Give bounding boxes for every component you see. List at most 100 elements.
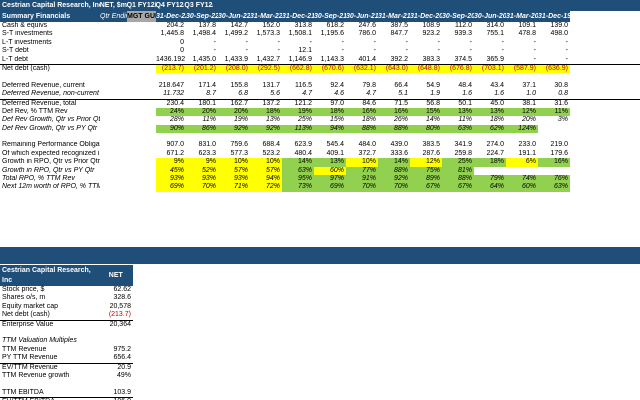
table-row: L-T investments 0 - - - - - - - - - - - - <box>0 39 640 47</box>
cell: 8.7 <box>206 90 216 98</box>
cell: 480.4 <box>294 149 312 157</box>
date-header: 30-Sep-21 <box>314 11 346 22</box>
cell <box>100 39 127 47</box>
cell: 498.0 <box>550 30 568 38</box>
cell: 95% <box>282 175 314 184</box>
cell: 219.0 <box>550 141 568 149</box>
cell: 45.0 <box>490 99 504 107</box>
qtr-ending-label: Qtr Ending <box>100 11 127 22</box>
financial-rows: Cash & equivs 204.2 137.8 142.7 152.0 313.8 61… <box>0 22 640 192</box>
cell: - <box>245 47 248 55</box>
cell: 383.5 <box>422 141 440 149</box>
valuation-row <box>0 380 133 388</box>
cell: - <box>565 38 568 46</box>
cell: 93% <box>218 175 250 184</box>
cell: 374.5 <box>454 55 472 63</box>
row-label: Remaining Performance Obligat <box>2 141 100 149</box>
cell: 142.7 <box>230 22 248 29</box>
valuation-value <box>99 380 134 388</box>
cell: 224.7 <box>486 149 504 157</box>
cell: 11% <box>538 107 570 117</box>
header-row-1: Cestrian Capital Research, Inc NET, $m Q… <box>0 0 640 11</box>
cell <box>127 150 156 158</box>
date-header: 30-Sep-20 <box>442 11 474 22</box>
cell: (643.0) <box>378 64 410 74</box>
cell: 71% <box>218 183 250 192</box>
valuation-value: 49% <box>116 371 131 379</box>
row-label: L-T debt <box>2 55 28 63</box>
valuation-row: TTM Revenue growth 49% <box>0 372 133 380</box>
cell: 10% <box>218 158 250 167</box>
valuation-row: TTM Valuation Multiples <box>0 337 133 345</box>
cell: - <box>277 47 280 55</box>
cell: 52% <box>186 166 218 176</box>
row-label: L-T investments <box>2 38 52 46</box>
valuation-row: TTM Revenue 975.2 <box>0 346 133 354</box>
cell: 16% <box>538 158 570 167</box>
cell: 18% <box>250 107 282 117</box>
cell: (670.6) <box>314 64 346 74</box>
valuation-value: 328.6 <box>113 294 131 302</box>
cell: 88% <box>346 124 378 134</box>
cell: 70% <box>346 183 378 192</box>
cell: 786.0 <box>358 30 376 38</box>
cell: - <box>533 47 536 55</box>
valuation-label: Net debt (cash) <box>2 311 50 319</box>
cell: 69% <box>156 183 186 192</box>
cell: 1,498.4 <box>192 30 216 38</box>
cell <box>100 175 127 183</box>
cell: (703.1) <box>474 64 506 74</box>
cell: (632.1) <box>346 64 378 74</box>
cell: 30.8 <box>554 81 568 89</box>
cell: 77% <box>346 166 378 176</box>
table-row: Def Rev Growth, Qtr vs PY Qtr 90% 86% 92% 92… <box>0 124 640 134</box>
cell: 20% <box>186 107 218 117</box>
date-header: 30-Jun-21 <box>346 11 378 22</box>
table-row: Deferred Revenue, non-current 11.732 8.7 6.… <box>0 90 640 98</box>
header-row-2: Summary Financials Qtr Ending MGT GUIDE … <box>0 11 640 22</box>
row-label: Def Rev Growth, Qtr vs Prior Qtr <box>2 116 100 124</box>
cell: 847.7 <box>390 30 408 38</box>
row-label: Deferred Revenue, total <box>2 99 77 107</box>
date-header: 30-Sep-22 <box>186 11 218 22</box>
cell <box>127 100 156 108</box>
cell: 230.4 <box>166 99 184 107</box>
cell: 92.4 <box>330 81 344 89</box>
cell: (676.8) <box>442 64 474 74</box>
cell: 688.4 <box>262 141 280 149</box>
cell: 93% <box>186 175 218 184</box>
cell: 5.1 <box>398 90 408 98</box>
cell: 31.6 <box>554 99 568 107</box>
cell: 383.3 <box>422 55 440 63</box>
cell: 439.0 <box>390 141 408 149</box>
cell: 70% <box>186 183 218 192</box>
cell: 409.1 <box>326 149 344 157</box>
cell <box>127 167 156 175</box>
cell <box>127 47 156 55</box>
cell: - <box>277 38 280 46</box>
cell <box>127 30 156 38</box>
cell: 831.0 <box>198 141 216 149</box>
cell: - <box>373 38 376 46</box>
table-row: Deferred Revenue, current 218.647 171.4 155… <box>0 82 640 90</box>
cell: 19% <box>282 107 314 117</box>
cell: 1.9 <box>430 90 440 98</box>
date-header: 31-Dec-21 <box>282 11 314 22</box>
cell: 70% <box>378 183 410 192</box>
table-row: Remaining Performance Obligat 907.0 831.0 7… <box>0 141 640 149</box>
row-label: Of which expected recognized i <box>2 149 100 157</box>
cell: 545.4 <box>326 141 344 149</box>
cell: 365.9 <box>486 55 504 63</box>
cell: 108.9 <box>422 22 440 29</box>
cell: 274.0 <box>486 141 504 149</box>
valuation-label: Equity market cap <box>2 302 59 310</box>
row-label: Deferred Revenue, non-current <box>2 90 99 98</box>
cell: 15% <box>329 116 344 124</box>
cell <box>100 100 127 108</box>
cell <box>100 158 127 166</box>
cell: 124% <box>506 124 538 134</box>
cell <box>100 183 127 191</box>
cell: 14% <box>282 158 314 167</box>
cell: 60% <box>314 166 346 176</box>
cell: - <box>405 38 408 46</box>
